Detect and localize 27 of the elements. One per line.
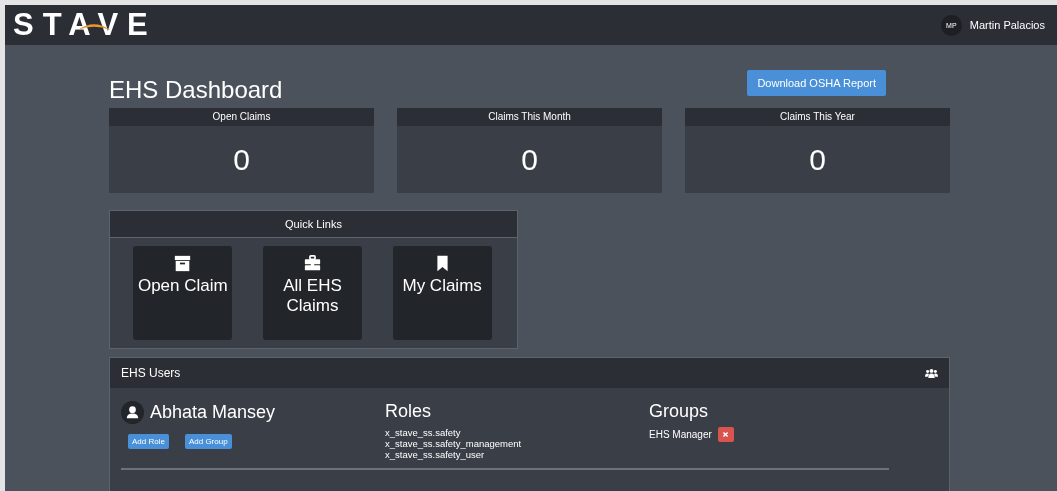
stat-value: 0 (808, 141, 827, 178)
logo[interactable]: STAVE (13, 7, 157, 42)
panel-title: EHS Users (121, 366, 181, 380)
role-item: x_stave_ss.safety_user (385, 449, 486, 460)
panel-title: Quick Links (110, 211, 517, 238)
user-avatar-icon (121, 401, 144, 424)
stat-label: Claims This Year (685, 108, 950, 126)
close-icon (722, 431, 730, 438)
quick-link-tile[interactable]: All EHS Claims (263, 246, 362, 340)
briefcase-icon (304, 255, 321, 272)
stat-value: 0 (520, 141, 539, 178)
users-icon (925, 367, 938, 379)
stat-value: 0 (232, 141, 251, 178)
user-full-name: Abhata Mansey (150, 402, 276, 423)
section-heading: Groups (649, 401, 710, 422)
role-item: x_stave_ss.safety (385, 427, 462, 438)
archive-box-icon (174, 255, 192, 272)
page-title: EHS Dashboard (109, 76, 283, 104)
stat-label: Open Claims (109, 108, 374, 126)
role-item: x_stave_ss.safety_management (385, 438, 523, 449)
stat-label: Claims This Month (397, 108, 662, 126)
quick-link-tile[interactable]: Open Claim (133, 246, 233, 340)
section-heading: Roles (385, 401, 433, 422)
group-item: EHS Manager (649, 429, 712, 440)
remove-button[interactable] (717, 427, 734, 442)
quick-link-tile[interactable]: My Claims (392, 246, 492, 340)
user-name[interactable]: Martin Palacios (969, 19, 1045, 31)
